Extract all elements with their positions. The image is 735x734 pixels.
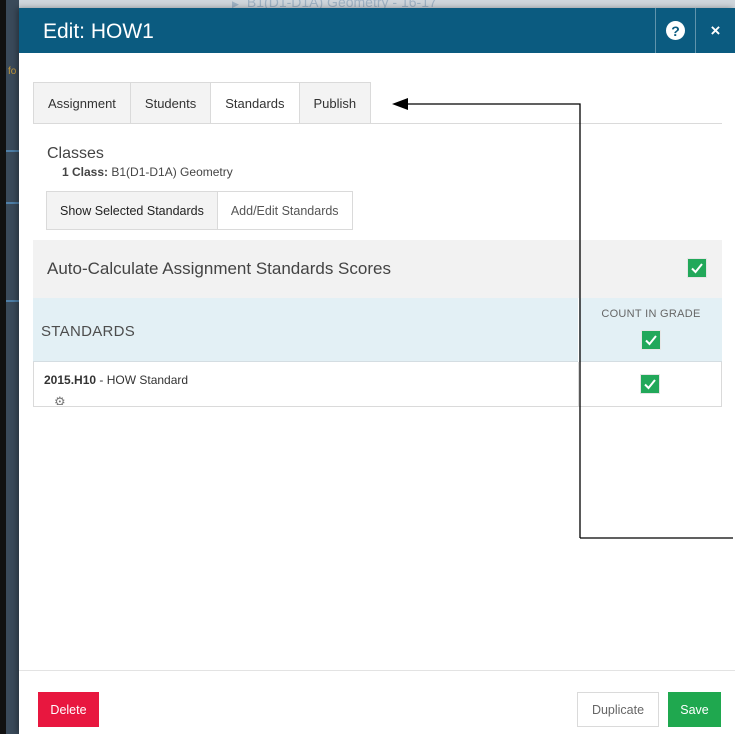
save-button[interactable]: Save — [668, 692, 721, 727]
class-summary: 1 Class: B1(D1-D1A) Geometry — [62, 165, 233, 179]
tab-standards[interactable]: Standards — [210, 82, 299, 124]
help-icon: ? — [666, 21, 685, 40]
auto-calculate-checkbox[interactable] — [687, 258, 707, 278]
class-name: B1(D1-D1A) Geometry — [111, 165, 233, 179]
tab-assignment[interactable]: Assignment — [33, 82, 130, 124]
checkmark-icon — [645, 335, 657, 346]
standard-code: 2015.H10 — [44, 373, 97, 387]
class-count-label: 1 Class: — [62, 165, 109, 179]
duplicate-button[interactable]: Duplicate — [577, 692, 659, 727]
close-icon: × — [710, 20, 721, 40]
standard-description: - HOW Standard — [96, 373, 189, 387]
classes-heading: Classes — [47, 145, 104, 162]
edit-assignment-modal: Edit: HOW1 ? × Assignment Students Stand… — [19, 8, 735, 734]
standards-table-header: STANDARDS COUNT IN GRADE — [33, 298, 722, 362]
close-button[interactable]: × — [695, 8, 735, 53]
tab-students[interactable]: Students — [129, 82, 211, 124]
gear-icon[interactable]: ⚙ — [54, 395, 66, 405]
column-divider — [578, 362, 579, 406]
auto-calculate-row: Auto-Calculate Assignment Standards Scor… — [33, 240, 722, 298]
count-in-grade-checkbox[interactable] — [640, 374, 660, 394]
table-row: 2015.H10 - HOW Standard ⚙ — [33, 362, 722, 407]
auto-calculate-label: Auto-Calculate Assignment Standards Scor… — [47, 259, 391, 278]
standards-column-header: STANDARDS — [41, 323, 136, 340]
count-in-grade-column: COUNT IN GRADE — [578, 298, 722, 362]
tab-bar: Assignment Students Standards Publish — [33, 82, 372, 124]
tab-publish[interactable]: Publish — [298, 82, 372, 124]
tab-divider — [33, 123, 722, 124]
checkmark-icon — [691, 263, 703, 274]
standards-view-toggle: Show Selected Standards Add/Edit Standar… — [46, 191, 353, 230]
footer-divider — [19, 670, 735, 671]
checkmark-icon — [644, 379, 656, 390]
show-selected-standards-button[interactable]: Show Selected Standards — [46, 191, 217, 230]
count-in-grade-all-checkbox[interactable] — [641, 330, 661, 350]
screen: fo ▶ B1(D1-D1A) Geometry - 16-17 Edit: HO… — [0, 0, 735, 734]
window-frame — [0, 0, 6, 734]
background-edge-text: fo — [8, 66, 17, 77]
modal-header: Edit: HOW1 ? × — [19, 8, 735, 53]
modal-title: Edit: HOW1 — [43, 20, 154, 43]
count-in-grade-header: COUNT IN GRADE — [601, 308, 701, 320]
help-button[interactable]: ? — [655, 8, 695, 53]
add-edit-standards-button[interactable]: Add/Edit Standards — [216, 191, 353, 230]
delete-button[interactable]: Delete — [38, 692, 99, 727]
standard-name: 2015.H10 - HOW Standard — [44, 373, 188, 387]
